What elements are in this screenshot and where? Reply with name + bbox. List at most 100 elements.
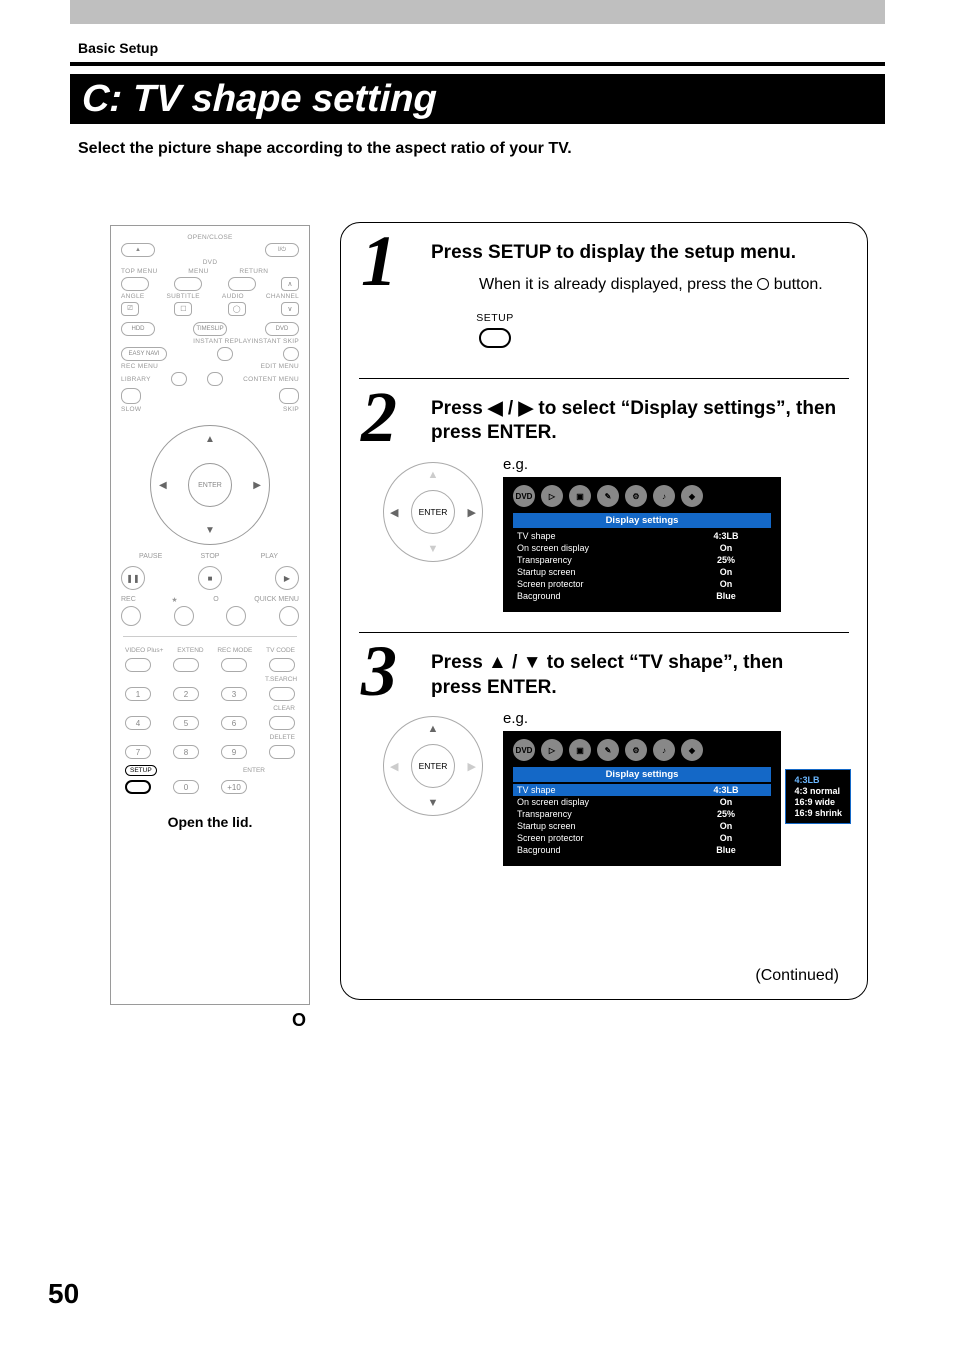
- remote-label: QUICK MENU: [254, 596, 299, 604]
- arrow-down-icon: ▼: [205, 525, 215, 536]
- remote-button: [269, 658, 295, 672]
- arrow-right-icon: ▶: [253, 480, 261, 491]
- osd-screenshot: DVD ▷ ▣ ✎ ⚙ ♪ ◆ Display settings TV shap…: [503, 731, 781, 866]
- easy-navi-button: EASY NAVI: [121, 347, 167, 361]
- remote-label: REC MENU: [121, 363, 158, 370]
- remote-label: SLOW: [121, 406, 141, 413]
- osd-row: Transparency25%: [513, 554, 771, 566]
- page-title: C: TV shape setting: [81, 78, 437, 121]
- osd-icon-row: DVD ▷ ▣ ✎ ⚙ ♪ ◆: [513, 739, 771, 761]
- arrow-left-icon: ◀: [390, 760, 398, 773]
- osd-row: TV shape4:3LB: [513, 530, 771, 542]
- osd-row-selected: TV shape4:3LB: [513, 784, 771, 796]
- arrow-left-icon: ◀: [390, 506, 398, 519]
- popup-option-selected: 4:3LB: [794, 775, 842, 785]
- open-lid-label: Open the lid.: [111, 802, 309, 842]
- remote-ring-callout: O: [292, 1010, 306, 1031]
- eject-icon: ▲: [121, 243, 155, 257]
- eg-label: e.g.: [503, 456, 781, 473]
- quick-menu-button: [279, 606, 299, 626]
- arrow-right-icon: ▶: [468, 506, 476, 519]
- remote-label: LIBRARY: [121, 376, 151, 383]
- num-2-button: 2: [173, 687, 199, 701]
- header-gray-strip: [70, 0, 885, 24]
- step-body: When it is already displayed, press the …: [479, 276, 839, 294]
- remote-label: TOP MENU: [121, 268, 157, 275]
- plus10-button: +10: [221, 780, 247, 794]
- step-1: 1 Press SETUP to display the setup menu.…: [341, 223, 867, 378]
- osd-icon: ✎: [597, 485, 619, 507]
- remote-label: STOP: [180, 553, 239, 560]
- remote-button: [269, 745, 295, 759]
- dvd-mode-button: DVD: [265, 322, 299, 336]
- osd-icon: ▷: [541, 739, 563, 761]
- osd-row: On screen displayOn: [513, 542, 771, 554]
- remote-button: [121, 277, 149, 291]
- remote-label: CHANNEL: [266, 293, 299, 300]
- enter-button: ENTER: [411, 744, 455, 788]
- page-subtitle: Select the picture shape according to th…: [78, 140, 572, 158]
- remote-label: OPEN/CLOSE: [121, 234, 299, 241]
- num-0-button: 0: [173, 780, 199, 794]
- num-3-button: 3: [221, 687, 247, 701]
- remote-label: SUBTITLE: [166, 293, 199, 300]
- timeslip-button: TIMESLIP: [193, 322, 227, 336]
- tv-shape-popup: 4:3LB 4:3 normal 16:9 wide 16:9 shrink: [785, 769, 851, 824]
- step-title: Press ▲ / ▼ to select “TV shape”, then p…: [431, 651, 839, 700]
- setup-button-highlight: SETUP: [125, 765, 157, 776]
- osd-row: Startup screenOn: [513, 566, 771, 578]
- power-button: I/⏻: [265, 243, 299, 257]
- remote-label: PLAY: [240, 553, 299, 560]
- num-6-button: 6: [221, 716, 247, 730]
- remote-label: CLEAR: [265, 705, 295, 712]
- remote-button: [125, 658, 151, 672]
- osd-icon: ▣: [569, 485, 591, 507]
- remote-label: TV CODE: [266, 647, 295, 654]
- step-title: Press ◀ / ▶ to select “Display settings”…: [431, 397, 839, 446]
- osd-row: Startup screenOn: [513, 820, 771, 832]
- arrow-right-icon: ▶: [468, 760, 476, 773]
- steps-panel: 1 Press SETUP to display the setup menu.…: [340, 222, 868, 1000]
- remote-button: [221, 658, 247, 672]
- remote-illustration: OPEN/CLOSE ▲ I/⏻ DVD TOP MENU MENU RETUR…: [110, 225, 310, 1005]
- dpad: ▲ ▼ ◀ ▶ ENTER: [150, 425, 270, 545]
- arrow-down-icon: ▼: [428, 543, 439, 555]
- arrow-left-icon: ◀: [159, 480, 167, 491]
- enter-button: ENTER: [188, 463, 232, 507]
- subtitle-icon: ☐: [174, 302, 192, 316]
- osd-icon: ◆: [681, 739, 703, 761]
- section-rule: [70, 62, 885, 66]
- remote-label: INSTANT SKIP: [252, 338, 299, 345]
- remote-label: O: [213, 596, 218, 604]
- ring-button: [226, 606, 246, 626]
- osd-row: Screen protectorOn: [513, 832, 771, 844]
- num-9-button: 9: [221, 745, 247, 759]
- remote-button: [269, 687, 295, 701]
- remote-label: ★: [171, 596, 177, 604]
- num-4-button: 4: [125, 716, 151, 730]
- osd-icon: DVD: [513, 485, 535, 507]
- step-3: 3 Press ▲ / ▼ to select “TV shape”, then…: [341, 633, 867, 886]
- num-5-button: 5: [173, 716, 199, 730]
- channel-up-icon: ∧: [281, 277, 299, 291]
- remote-button: [228, 277, 256, 291]
- library-button: [121, 388, 141, 404]
- osd-icon-row: DVD ▷ ▣ ✎ ⚙ ♪ ◆: [513, 485, 771, 507]
- osd-settings-table: TV shape4:3LB On screen displayOn Transp…: [513, 784, 771, 856]
- osd-icon: ▣: [569, 739, 591, 761]
- setup-button-shape: [479, 328, 511, 348]
- ring-icon: [757, 278, 769, 290]
- star-button: [174, 606, 194, 626]
- content-menu-button: [279, 388, 299, 404]
- pause-icon: ❚❚: [121, 566, 145, 590]
- remote-label: EDIT MENU: [261, 363, 299, 370]
- osd-row: On screen displayOn: [513, 796, 771, 808]
- osd-settings-table: TV shape4:3LB On screen displayOn Transp…: [513, 530, 771, 602]
- osd-icon: ♪: [653, 485, 675, 507]
- remote-label: INSTANT REPLAY: [121, 338, 252, 345]
- arrow-up-icon: ▲: [205, 434, 215, 445]
- instant-skip-icon: [283, 347, 299, 361]
- remote-label: REC: [121, 596, 136, 604]
- step-number: 2: [361, 381, 397, 453]
- osd-icon: ✎: [597, 739, 619, 761]
